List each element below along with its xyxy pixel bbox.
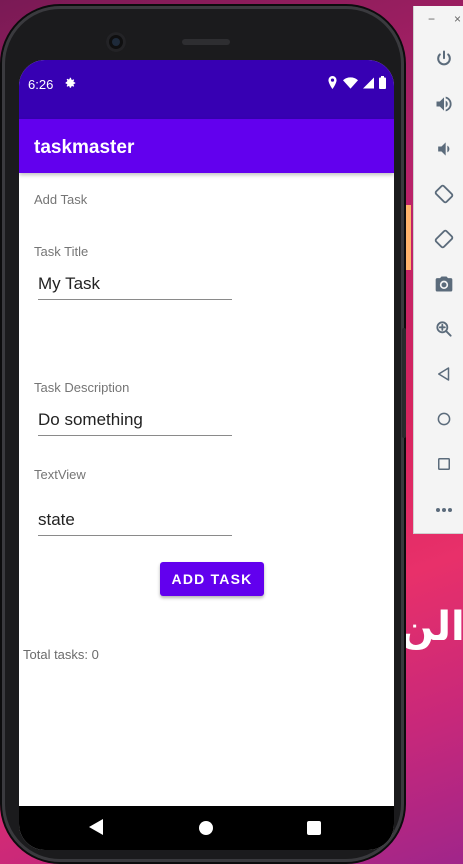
front-camera — [106, 32, 126, 52]
rotate-left-icon[interactable] — [432, 182, 456, 206]
add-task-form: Add Task Task Title Task Description Tex… — [19, 173, 394, 806]
task-description-input[interactable] — [38, 408, 232, 436]
task-title-input[interactable] — [38, 272, 232, 300]
navigation-bar — [19, 806, 394, 850]
state-label: TextView — [34, 467, 86, 482]
location-icon — [327, 76, 338, 94]
state-input[interactable] — [38, 508, 232, 536]
phone-frame: 6:26 taskmaster Add Task Task Title My T… — [2, 6, 406, 862]
back-icon[interactable] — [89, 819, 103, 840]
task-description-label: Task Description — [34, 380, 130, 395]
form-heading: Add Task — [34, 192, 88, 207]
gear-icon — [63, 76, 77, 95]
overview-square-icon[interactable] — [432, 452, 456, 476]
volume-up-icon[interactable] — [432, 92, 456, 116]
back-triangle-icon[interactable] — [432, 362, 456, 386]
total-tasks-count: Total tasks: 0 — [23, 647, 99, 662]
app-title: taskmaster — [34, 137, 135, 158]
close-button[interactable]: × — [454, 12, 461, 26]
zoom-icon[interactable] — [432, 317, 456, 341]
task-title-label: Task Title — [34, 244, 89, 259]
app-bar: taskmaster — [19, 119, 394, 173]
status-time: 6:26 — [28, 77, 54, 92]
earpiece — [182, 39, 230, 45]
wifi-icon — [343, 76, 358, 94]
add-task-button[interactable]: ADD TASK — [160, 562, 264, 596]
phone-side-button — [402, 328, 406, 438]
volume-down-icon[interactable] — [432, 137, 456, 161]
recents-icon[interactable] — [307, 821, 321, 835]
signal-icon — [363, 76, 374, 94]
power-icon[interactable] — [432, 47, 456, 71]
home-circle-icon[interactable] — [432, 407, 456, 431]
phone-screen: 6:26 taskmaster Add Task Task Title My T… — [19, 60, 394, 850]
home-icon[interactable] — [199, 821, 213, 835]
status-icons — [327, 76, 386, 94]
rotate-right-icon[interactable] — [432, 227, 456, 251]
desktop-arabic-text: الن — [400, 604, 463, 650]
minimize-button[interactable]: − — [428, 12, 435, 26]
camera-icon[interactable] — [432, 272, 456, 296]
battery-icon — [379, 76, 386, 94]
emulator-window-controls: − × — [414, 6, 463, 36]
desktop-stripe — [403, 205, 411, 270]
more-icon[interactable] — [432, 498, 456, 522]
emulator-toolbar: − × — [413, 6, 463, 534]
status-bar: 6:26 — [19, 60, 394, 119]
